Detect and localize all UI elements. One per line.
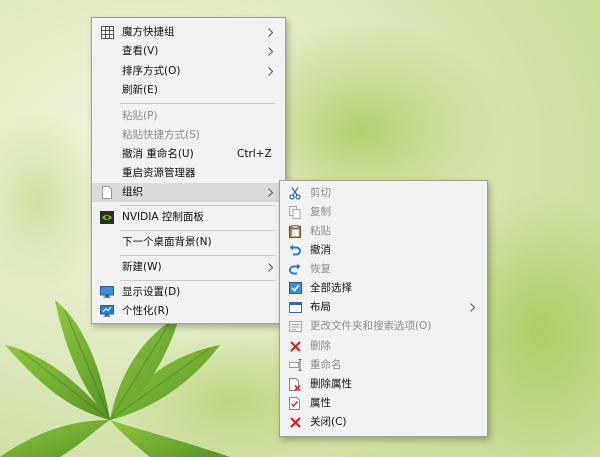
menu-item-new[interactable]: 新建(W)	[92, 258, 285, 277]
menu-separator	[120, 280, 275, 281]
remove-properties-icon	[288, 377, 302, 391]
menu-item-label: 下一个桌面背景(N)	[122, 236, 212, 248]
menu-separator	[120, 205, 275, 206]
submenu-item-close[interactable]: 关闭(C)	[280, 413, 487, 432]
scissors-icon	[288, 186, 302, 200]
menu-item-paste-shortcut[interactable]: 粘贴快捷方式(S)	[92, 126, 285, 145]
submenu-item-copy[interactable]: 复制	[280, 203, 487, 222]
paste-icon	[288, 224, 302, 238]
submenu-item-label: 全部选择	[310, 282, 352, 294]
copy-icon	[288, 205, 302, 219]
document-icon	[100, 185, 114, 199]
properties-icon	[288, 396, 302, 410]
menu-item-label: 魔方快捷组	[122, 26, 175, 38]
submenu-item-delete[interactable]: 删除	[280, 337, 487, 356]
menu-item-nvidia-control-panel[interactable]: NVIDIA 控制面板	[92, 208, 285, 227]
submenu-item-label: 重命名	[310, 359, 342, 371]
menu-item-organize[interactable]: 组织	[92, 183, 285, 202]
rename-icon	[288, 358, 302, 372]
menu-separator	[120, 103, 275, 104]
menu-item-view[interactable]: 查看(V)	[92, 42, 285, 61]
chevron-right-icon	[268, 28, 274, 37]
submenu-item-label: 关闭(C)	[310, 416, 347, 428]
submenu-item-label: 粘贴	[310, 225, 331, 237]
chevron-right-icon	[268, 47, 274, 56]
menu-separator	[120, 255, 275, 256]
menu-item-label: 撤消 重命名(U)	[122, 148, 194, 160]
submenu-item-label: 删除属性	[310, 378, 352, 390]
layout-icon	[288, 300, 302, 314]
delete-x-icon	[288, 339, 302, 353]
menu-item-label: 新建(W)	[122, 261, 162, 273]
nvidia-icon	[100, 210, 114, 224]
submenu-item-properties[interactable]: 属性	[280, 394, 487, 413]
submenu-item-select-all[interactable]: 全部选择	[280, 279, 487, 298]
select-all-icon	[288, 281, 302, 295]
menu-item-personalize[interactable]: 个性化(R)	[92, 302, 285, 321]
submenu-item-paste[interactable]: 粘贴	[280, 222, 487, 241]
menu-item-next-desktop-background[interactable]: 下一个桌面背景(N)	[92, 233, 285, 252]
menu-item-label: NVIDIA 控制面板	[122, 211, 204, 223]
menu-item-paste[interactable]: 粘贴(P)	[92, 107, 285, 126]
menu-item-label: 个性化(R)	[122, 305, 169, 317]
submenu-item-cut[interactable]: 剪切	[280, 184, 487, 203]
submenu-item-label: 撤消	[310, 244, 331, 256]
submenu-item-layout[interactable]: 布局	[280, 298, 487, 317]
submenu-item-label: 删除	[310, 340, 331, 352]
menu-item-mofang-quickgroup[interactable]: 魔方快捷组	[92, 23, 285, 42]
menu-item-refresh[interactable]: 刷新(E)	[92, 81, 285, 100]
submenu-item-label: 布局	[310, 301, 331, 313]
menu-item-label: 粘贴快捷方式(S)	[122, 129, 200, 141]
submenu-item-label: 恢复	[310, 263, 331, 275]
chevron-right-icon	[268, 67, 274, 76]
folder-options-icon	[288, 319, 302, 333]
menu-item-label: 查看(V)	[122, 45, 159, 57]
submenu-item-remove-properties[interactable]: 删除属性	[280, 375, 487, 394]
redo-icon	[288, 262, 302, 276]
submenu-item-label: 剪切	[310, 187, 331, 199]
close-x-icon	[288, 415, 302, 429]
menu-item-label: 组织	[122, 186, 143, 198]
organize-submenu: 剪切 复制 粘贴 撤消 恢复 全部选择 布局 更改文件夹和搜索选项(O) 删除 …	[279, 180, 488, 437]
submenu-item-rename[interactable]: 重命名	[280, 356, 487, 375]
chevron-right-icon	[268, 263, 274, 272]
menu-item-label: 显示设置(D)	[122, 286, 181, 298]
submenu-item-label: 属性	[310, 397, 331, 409]
menu-item-restart-explorer[interactable]: 重启资源管理器	[92, 164, 285, 183]
menu-separator	[120, 230, 275, 231]
menu-item-sort-by[interactable]: 排序方式(O)	[92, 62, 285, 81]
personalize-icon	[100, 304, 114, 318]
submenu-item-folder-options[interactable]: 更改文件夹和搜索选项(O)	[280, 317, 487, 336]
display-icon	[100, 285, 114, 299]
submenu-item-label: 更改文件夹和搜索选项(O)	[310, 320, 432, 332]
menu-item-display-settings[interactable]: 显示设置(D)	[92, 283, 285, 302]
chevron-right-icon	[470, 303, 476, 312]
menu-item-undo-rename[interactable]: 撤消 重命名(U) Ctrl+Z	[92, 145, 285, 164]
submenu-item-label: 复制	[310, 206, 331, 218]
grid-icon	[100, 25, 114, 39]
menu-item-label: 粘贴(P)	[122, 110, 158, 122]
menu-item-label: 重启资源管理器	[122, 167, 196, 179]
chevron-right-icon	[268, 188, 274, 197]
menu-item-label: 排序方式(O)	[122, 65, 181, 77]
desktop-context-menu: 魔方快捷组 查看(V) 排序方式(O) 刷新(E) 粘贴(P) 粘贴快捷方式(S…	[91, 17, 286, 324]
submenu-item-redo[interactable]: 恢复	[280, 260, 487, 279]
shortcut-label: Ctrl+Z	[237, 148, 272, 160]
undo-icon	[288, 243, 302, 257]
submenu-item-undo[interactable]: 撤消	[280, 241, 487, 260]
menu-item-label: 刷新(E)	[122, 84, 158, 96]
